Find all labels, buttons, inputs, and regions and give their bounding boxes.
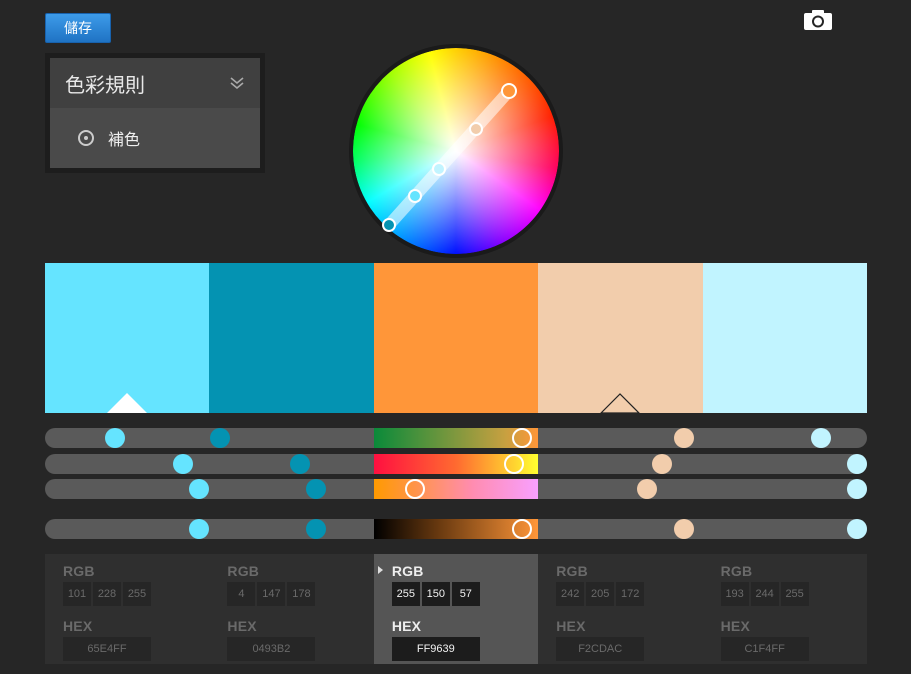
slider-knob-3[interactable] xyxy=(511,519,532,539)
hex-value[interactable]: FF9639 xyxy=(391,637,480,661)
color-wheel[interactable] xyxy=(349,44,563,258)
blue-value[interactable]: 172 xyxy=(616,582,645,606)
slider-knob-5[interactable] xyxy=(847,454,867,474)
slider-knob-3[interactable] xyxy=(503,454,524,474)
rule-option-complementary[interactable]: 補色 xyxy=(50,108,260,168)
slider-knob-4[interactable] xyxy=(636,479,657,499)
color-swatches xyxy=(45,263,868,413)
green-value[interactable]: 244 xyxy=(750,582,779,606)
slider-saturation[interactable] xyxy=(45,454,867,474)
double-chevron-down-icon xyxy=(230,77,244,90)
rgb-label: RGB xyxy=(227,563,260,579)
slider-knob-1[interactable] xyxy=(173,454,194,474)
slider-knob-1[interactable] xyxy=(188,519,209,539)
slider-knob-4[interactable] xyxy=(673,428,694,448)
slider-knob-2[interactable] xyxy=(306,519,327,539)
slider-knob-2[interactable] xyxy=(289,454,310,474)
color-rules-title: 色彩規則 xyxy=(65,74,145,97)
hex-label: HEX xyxy=(63,618,93,634)
blue-value[interactable]: 255 xyxy=(780,582,809,606)
red-value[interactable]: 242 xyxy=(556,582,585,606)
rgb-label: RGB xyxy=(391,563,424,579)
color-values-4[interactable]: RGB 242 205 172 HEX F2CDAC xyxy=(538,554,702,664)
hex-value[interactable]: F2CDAC xyxy=(556,637,645,661)
slider-knob-1[interactable] xyxy=(188,479,209,499)
slider-brightness[interactable] xyxy=(45,519,867,539)
camera-icon[interactable] xyxy=(803,9,833,31)
slider-knob-3[interactable] xyxy=(404,479,425,499)
color-values-5[interactable]: RGB 193 244 255 HEX C1F4FF xyxy=(703,554,867,664)
red-value[interactable]: 255 xyxy=(391,582,420,606)
base-color-marker-icon xyxy=(107,393,147,413)
wheel-handle[interactable] xyxy=(382,218,396,232)
swatch-3[interactable] xyxy=(373,263,539,413)
color-sliders xyxy=(45,428,867,543)
slider-knob-5[interactable] xyxy=(847,519,867,539)
green-value[interactable]: 150 xyxy=(421,582,450,606)
swatch-5[interactable] xyxy=(702,263,868,413)
slider-lightness[interactable] xyxy=(45,479,867,499)
red-value[interactable]: 4 xyxy=(227,582,256,606)
hex-label: HEX xyxy=(227,618,257,634)
slider-knob-3[interactable] xyxy=(511,428,532,448)
slider-knob-2[interactable] xyxy=(210,428,231,448)
rgb-label: RGB xyxy=(720,563,753,579)
color-values-2[interactable]: RGB 4 147 178 HEX 0493B2 xyxy=(209,554,373,664)
green-value[interactable]: 228 xyxy=(93,582,121,606)
wheel-handle[interactable] xyxy=(469,122,483,136)
blue-value[interactable]: 178 xyxy=(287,582,316,606)
swatch-4[interactable] xyxy=(538,263,703,413)
slider-knob-4[interactable] xyxy=(673,519,694,539)
swatch-2[interactable] xyxy=(209,263,374,413)
color-values-panel: RGB 101 228 255 HEX 65E4FF RGB 4 147 178… xyxy=(45,554,867,664)
selected-color-marker-icon xyxy=(600,393,641,413)
slider-knob-5[interactable] xyxy=(810,428,831,448)
green-value[interactable]: 147 xyxy=(257,582,286,606)
wheel-handle[interactable] xyxy=(408,189,422,203)
blue-value[interactable]: 57 xyxy=(451,582,480,606)
hex-value[interactable]: C1F4FF xyxy=(720,637,809,661)
active-gradient xyxy=(374,479,538,499)
hex-label: HEX xyxy=(556,618,586,634)
slider-knob-5[interactable] xyxy=(847,479,867,499)
hex-value[interactable]: 0493B2 xyxy=(227,637,316,661)
rgb-label: RGB xyxy=(556,563,588,579)
rule-option-label: 補色 xyxy=(108,132,141,149)
save-button[interactable]: 儲存 xyxy=(45,13,111,43)
hex-label: HEX xyxy=(720,618,751,634)
red-value[interactable]: 193 xyxy=(720,582,749,606)
slider-knob-4[interactable] xyxy=(651,454,672,474)
color-values-1[interactable]: RGB 101 228 255 HEX 65E4FF xyxy=(45,554,209,664)
red-value[interactable]: 101 xyxy=(63,582,91,606)
wheel-handle-base[interactable] xyxy=(501,83,517,99)
color-rules-dropdown[interactable]: 色彩規則 xyxy=(50,58,260,108)
rgb-label: RGB xyxy=(63,563,95,579)
wheel-handle[interactable] xyxy=(432,162,446,176)
green-value[interactable]: 205 xyxy=(586,582,615,606)
blue-value[interactable]: 255 xyxy=(123,582,151,606)
slider-hue[interactable] xyxy=(45,428,867,448)
radio-selected-icon xyxy=(78,130,94,146)
hex-label: HEX xyxy=(391,618,422,634)
swatch-1[interactable] xyxy=(45,263,210,413)
hex-value[interactable]: 65E4FF xyxy=(63,637,151,661)
active-arrow-icon xyxy=(377,566,383,574)
color-values-3[interactable]: RGB 255 150 57 HEX FF9639 xyxy=(373,554,539,664)
slider-knob-2[interactable] xyxy=(306,479,327,499)
color-rules-panel: 色彩規則 補色 xyxy=(45,53,265,173)
slider-knob-1[interactable] xyxy=(104,428,125,448)
